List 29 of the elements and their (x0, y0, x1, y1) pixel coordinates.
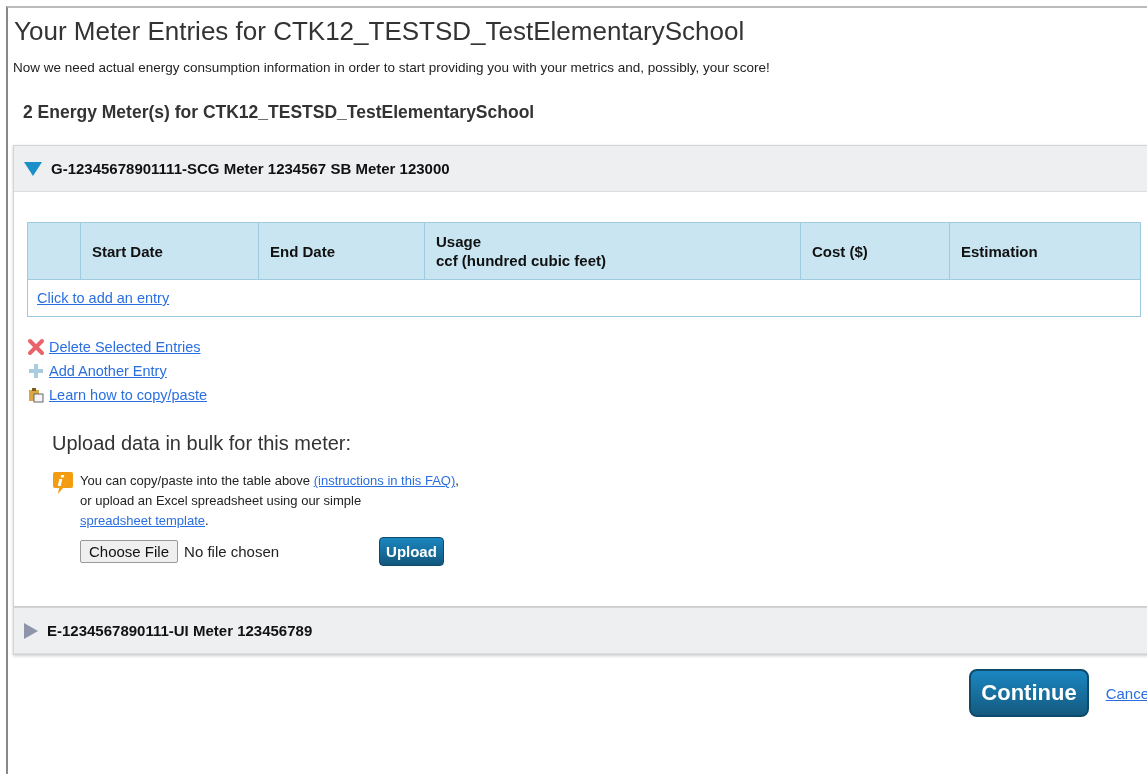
add-entry-link[interactable]: Click to add an entry (37, 290, 170, 306)
upload-button[interactable]: Upload (379, 537, 444, 566)
upload-heading: Upload data in bulk for this meter: (52, 432, 353, 455)
faq-link[interactable]: spreadsheet template (80, 513, 206, 528)
info-icon (52, 471, 74, 495)
meter-header[interactable]: G-12345678901111-SCG Meter 1234567 SB Meter 123000 (14, 146, 1147, 192)
collapse-triangle-icon (23, 160, 43, 177)
intro-text: Now we need actual energy consumption information in order to start providing you with your metrics and, possibly, your score! (13, 60, 771, 75)
meter-header[interactable]: E-1234567890111-UI Meter 123456789 (14, 608, 1147, 654)
file-status: No file chosen (184, 543, 281, 560)
section-heading: 2 Energy Meter(s) for CTK12_TESTSD_TestElementarySchool (23, 102, 536, 123)
help-link[interactable]: Learn how to copy/paste (49, 386, 207, 403)
add-link[interactable]: Add Another Entry (49, 362, 167, 379)
choose-file-button[interactable]: Choose File (80, 540, 179, 563)
column-header: Start Date (80, 222, 259, 280)
expand-triangle-icon (23, 621, 39, 640)
delete-link[interactable]: Delete Selected Entries (49, 338, 201, 355)
meter-title: G-12345678901111-SCG Meter 1234567 SB Meter 123000 (51, 160, 450, 177)
column-header: Cost ($) (800, 222, 950, 280)
page-title: Your Meter Entries for CTK12_TESTSD_TestElementarySchool (14, 16, 746, 47)
continue-button[interactable]: Continue (969, 669, 1089, 717)
meter-title: E-1234567890111-UI Meter 123456789 (47, 622, 313, 639)
delete-icon (27, 337, 45, 356)
column-header: Estimation (949, 222, 1141, 280)
info-text: You can copy/paste into the table above (instructions in this FAQ), or upload an Excel spreadsheet using our simple spreadsheet template. (80, 472, 460, 530)
column-header: End Date (258, 222, 425, 280)
add-icon (27, 361, 45, 380)
clipboard-icon (27, 385, 45, 404)
column-header: Usage ccf (hundred cubic feet) (424, 222, 801, 280)
